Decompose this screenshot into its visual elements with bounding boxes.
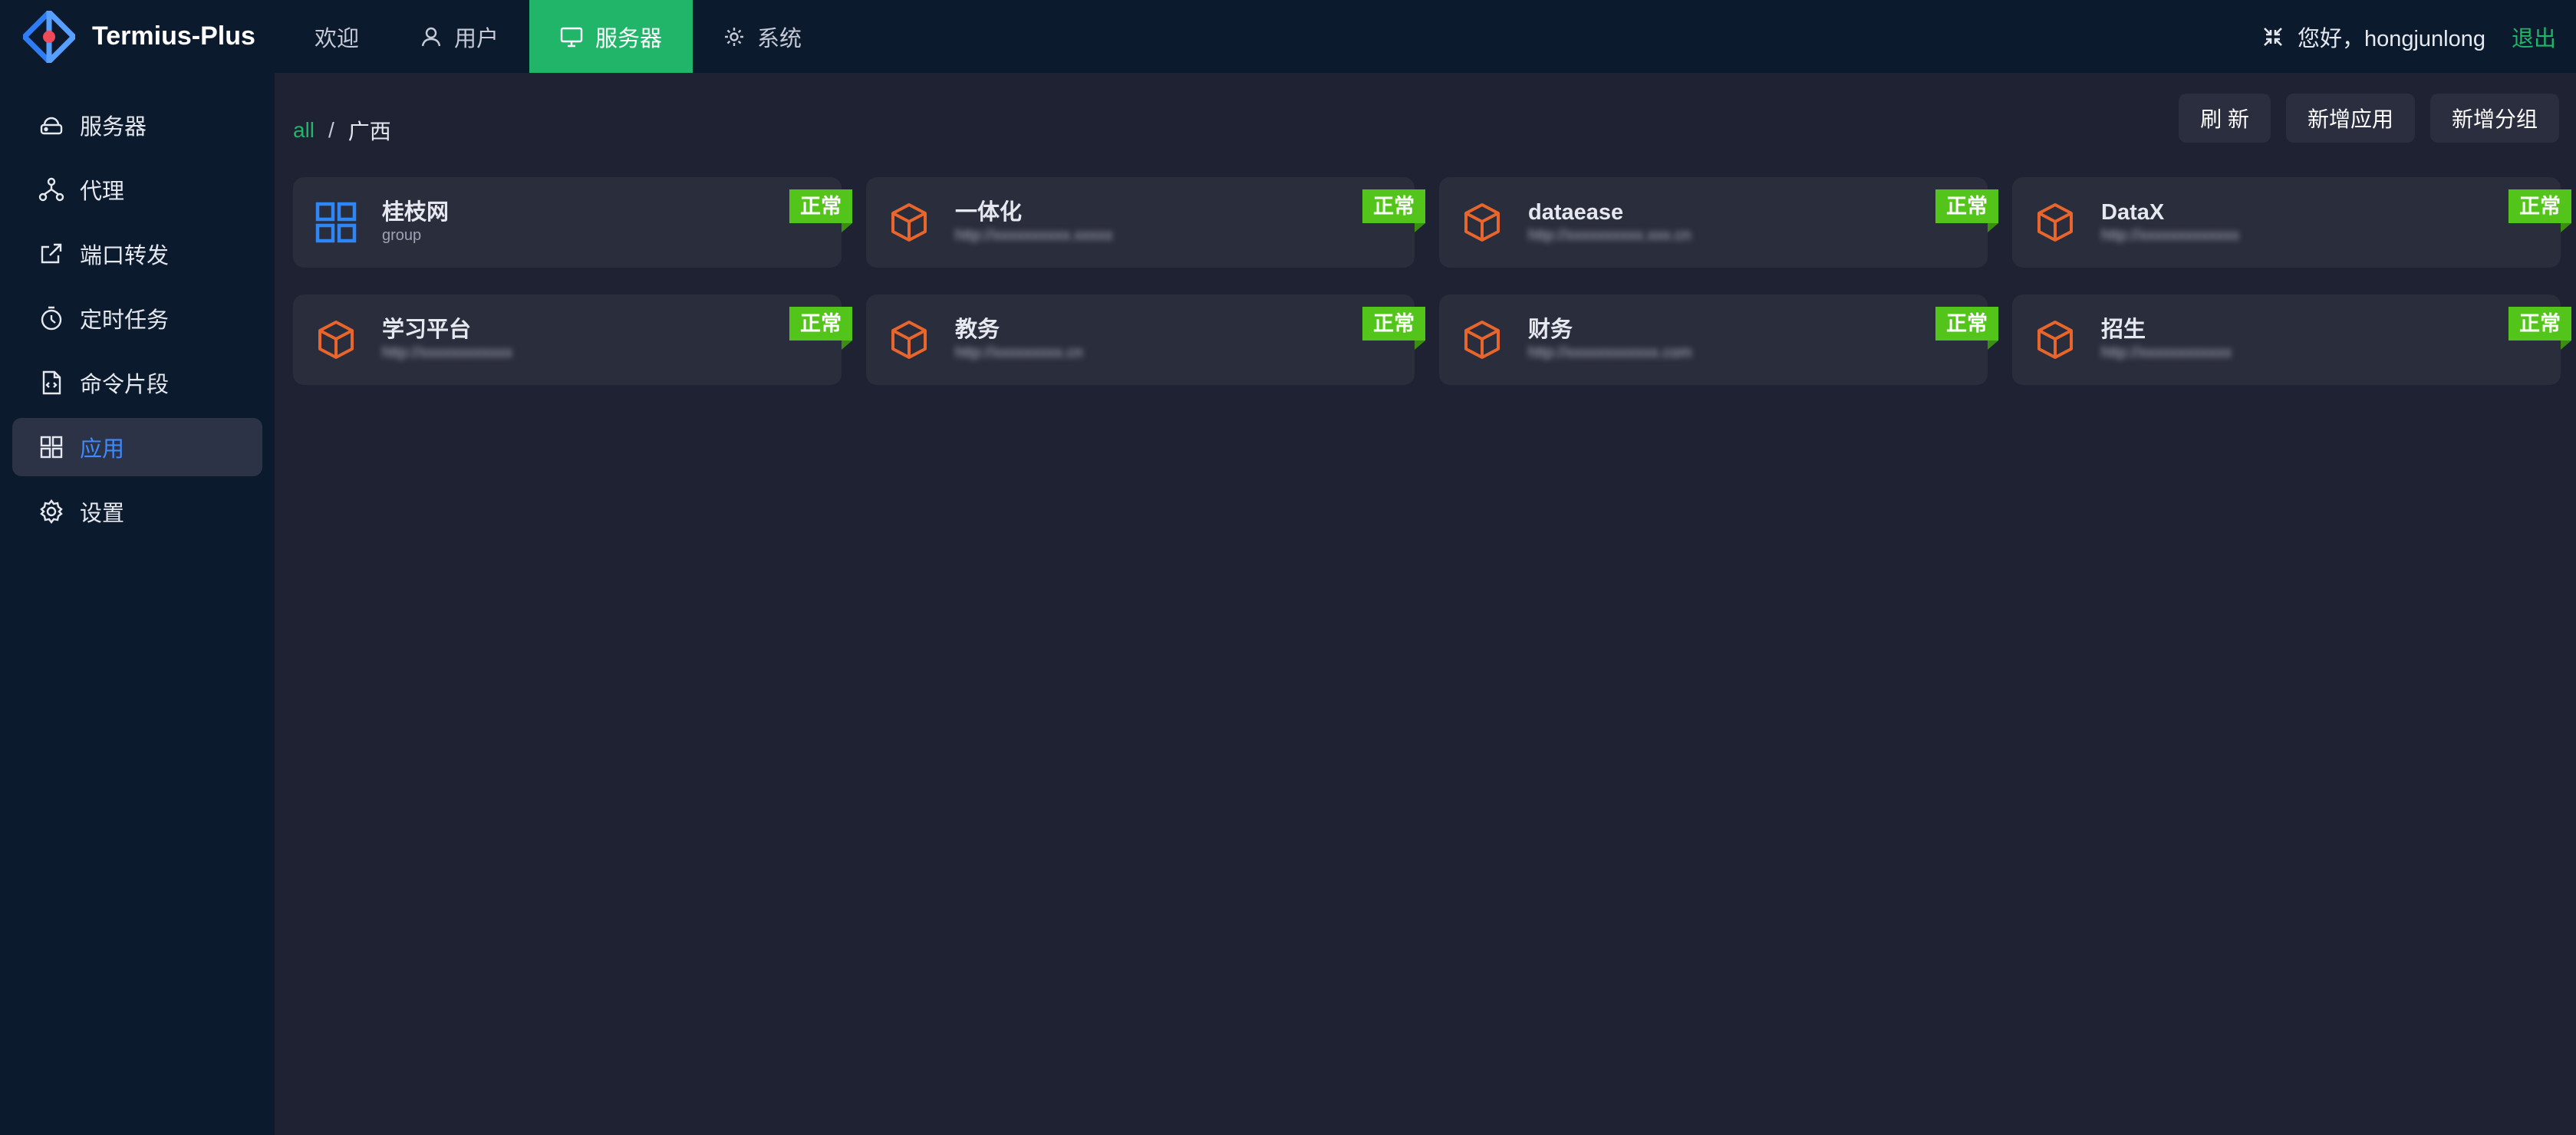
logo-icon (23, 10, 75, 63)
cloud-server-icon (40, 117, 63, 135)
top-nav-label: 欢迎 (315, 26, 360, 51)
sidebar: 服务器 代理 端口转发 定时任务 命令片段 应用 设置 (0, 73, 275, 1135)
sidebar-item-label: 命令片段 (80, 373, 170, 397)
sidebar-item-label: 应用 (80, 437, 125, 462)
app-card-title: 招生 (2101, 317, 2146, 342)
cube-icon (891, 203, 927, 242)
user-icon (421, 27, 441, 46)
cluster-icon (38, 177, 64, 202)
status-badge: 正常 (1362, 189, 1425, 232)
main-content: all / 广西 刷 新 新增应用 新增分组 桂枝网 group 正常 一体化 … (275, 73, 2576, 1135)
status-badge: 正常 (1935, 189, 1998, 232)
cube-icon (891, 321, 927, 359)
app-card-subtitle: http://xxxxxxxxx.cn (955, 344, 1083, 361)
app-card-subtitle: http://xxxxxxxxxxxx (2101, 344, 2232, 361)
sidebar-item-label: 定时任务 (80, 308, 170, 333)
app-name: Termius-Plus (92, 21, 255, 51)
app-card-subtitle: http://xxxxxxxxxx.xxxxx (955, 227, 1113, 244)
breadcrumb-separator: / (328, 118, 334, 142)
breadcrumb: all / 广西 (293, 104, 391, 157)
apps-icon (40, 436, 63, 459)
top-bar: Termius-Plus 欢迎 用户 服务器 系统 您好，hongjunlong… (0, 0, 2576, 73)
sidebar-item-scheduled-tasks[interactable]: 定时任务 (12, 289, 262, 347)
user-greeting: 您好，hongjunlong (2297, 26, 2485, 51)
add-group-button[interactable]: 新增分组 (2429, 94, 2559, 143)
gear-icon (725, 27, 744, 46)
sidebar-item-label: 服务器 (80, 115, 147, 140)
app-card[interactable]: 教务 http://xxxxxxxxx.cn 正常 (866, 294, 1425, 385)
app-card-title: 学习平台 (382, 317, 472, 342)
app-card-title: 一体化 (955, 200, 1023, 225)
sidebar-item-label: 设置 (80, 502, 125, 526)
app-card-title: dataease (1528, 200, 1624, 225)
group-grid-icon (315, 202, 357, 243)
logout-link[interactable]: 退出 (2512, 21, 2556, 53)
top-nav-system[interactable]: 系统 (693, 0, 832, 73)
refresh-button[interactable]: 刷 新 (2179, 94, 2271, 143)
fullscreen-exit-icon[interactable] (2262, 26, 2284, 48)
top-nav-welcome[interactable]: 欢迎 (284, 0, 390, 73)
top-nav-users[interactable]: 用户 (390, 0, 529, 73)
sidebar-item-servers[interactable]: 服务器 (12, 96, 262, 154)
sidebar-item-port-forward[interactable]: 端口转发 (12, 225, 262, 283)
breadcrumb-root[interactable]: all (293, 118, 315, 143)
sidebar-item-label: 端口转发 (80, 244, 170, 268)
user-area: 您好，hongjunlong 退出 (2262, 0, 2556, 73)
export-icon (41, 243, 62, 264)
top-nav-label: 服务器 (595, 26, 663, 51)
sidebar-item-settings[interactable]: 设置 (12, 482, 262, 541)
brand[interactable]: Termius-Plus (0, 0, 284, 73)
breadcrumb-current: 广西 (348, 120, 391, 143)
cube-icon (318, 321, 354, 359)
app-card-subtitle: http://xxxxxxxxxx.xxx.cn (1528, 227, 1692, 244)
app-card[interactable]: 招生 http://xxxxxxxxxxxx 正常 (2012, 294, 2571, 385)
app-card[interactable]: 学习平台 http://xxxxxxxxxxxx 正常 (293, 294, 852, 385)
app-card-subtitle: http://xxxxxxxxxxxxx (2101, 227, 2240, 244)
settings-icon (40, 499, 63, 524)
top-nav: 欢迎 用户 服务器 系统 (284, 0, 832, 73)
sidebar-item-proxy[interactable]: 代理 (12, 160, 262, 219)
app-card-title: 教务 (955, 317, 1000, 342)
cube-icon (1464, 203, 1500, 242)
app-card-title: 财务 (1528, 317, 1573, 342)
app-card[interactable]: DataX http://xxxxxxxxxxxxx 正常 (2012, 177, 2571, 268)
status-badge: 正常 (789, 189, 852, 232)
app-card-subtitle: group (382, 227, 422, 244)
top-nav-servers[interactable]: 服务器 (529, 0, 693, 73)
app-card-title: 桂枝网 (382, 200, 450, 225)
sidebar-item-label: 代理 (80, 179, 125, 204)
add-app-button[interactable]: 新增应用 (2285, 94, 2415, 143)
status-badge: 正常 (2508, 189, 2571, 232)
status-badge: 正常 (1362, 307, 1425, 350)
cube-icon (2037, 203, 2073, 242)
app-card[interactable]: 一体化 http://xxxxxxxxxx.xxxxx 正常 (866, 177, 1425, 268)
monitor-icon (560, 27, 583, 47)
sidebar-item-snippets[interactable]: 命令片段 (12, 354, 262, 412)
status-badge: 正常 (1935, 307, 1998, 350)
top-nav-label: 系统 (757, 26, 802, 51)
status-badge: 正常 (2508, 307, 2571, 350)
timer-icon (41, 306, 62, 331)
app-card[interactable]: dataease http://xxxxxxxxxx.xxx.cn 正常 (1439, 177, 1998, 268)
app-card[interactable]: 财务 http://xxxxxxxxxxxx.com 正常 (1439, 294, 1998, 385)
code-file-icon (42, 370, 61, 395)
toolbar: 刷 新 新增应用 新增分组 (2179, 94, 2559, 143)
app-card-subtitle: http://xxxxxxxxxxxx.com (1528, 344, 1692, 361)
app-card-subtitle: http://xxxxxxxxxxxx (382, 344, 513, 361)
app-card-title: DataX (2101, 200, 2165, 225)
top-nav-label: 用户 (454, 26, 499, 51)
cube-icon (1464, 321, 1500, 359)
status-badge: 正常 (789, 307, 852, 350)
sidebar-item-apps[interactable]: 应用 (12, 418, 262, 476)
cube-icon (2037, 321, 2073, 359)
app-card-group[interactable]: 桂枝网 group 正常 (293, 177, 852, 268)
